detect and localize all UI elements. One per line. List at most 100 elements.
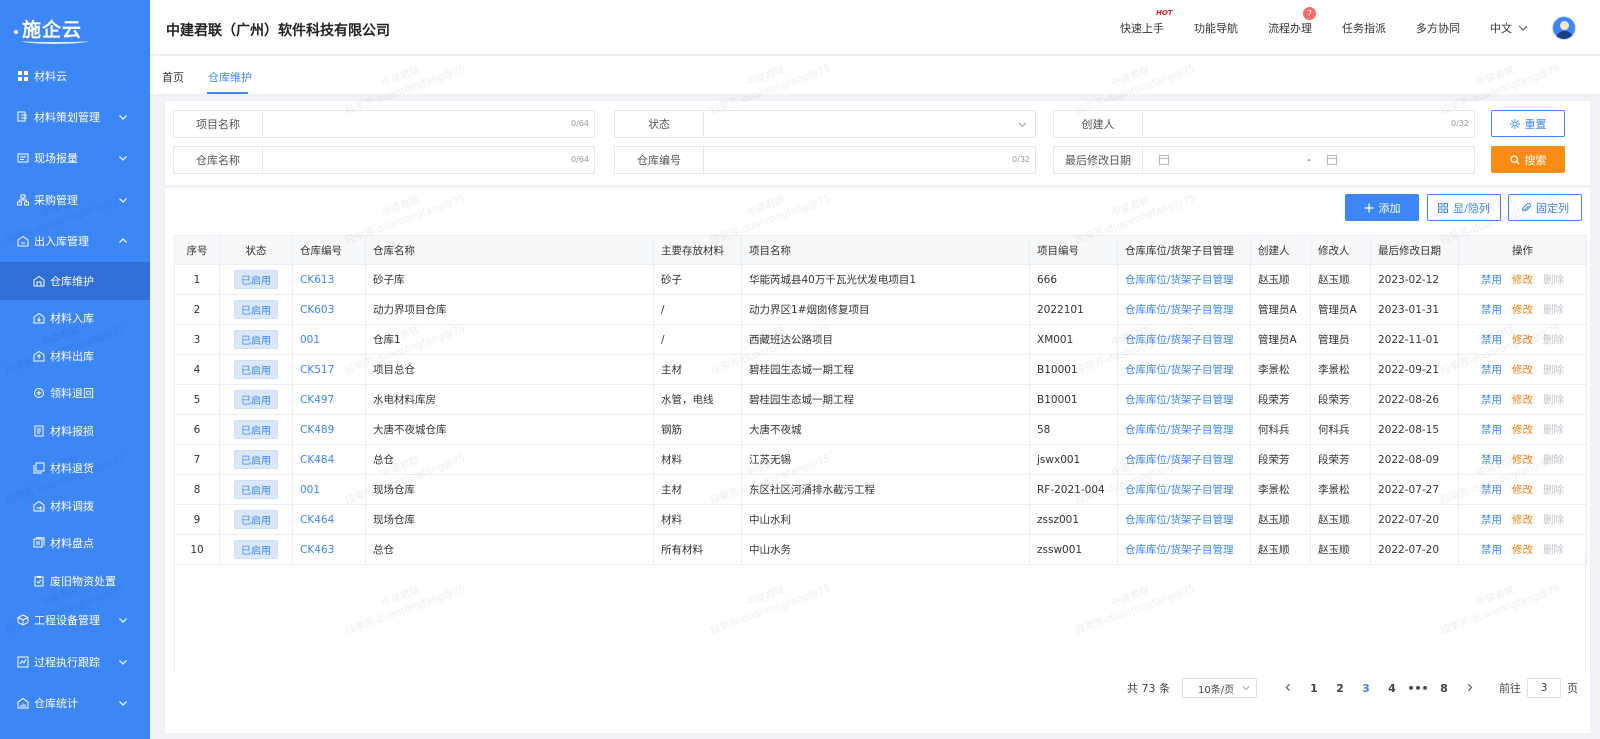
page-number[interactable]: 8: [1431, 682, 1457, 695]
disable-button[interactable]: 禁用: [1481, 484, 1502, 496]
location-manage-link[interactable]: 仓库库位/货架子目管理: [1125, 334, 1234, 346]
sidebar-item-3[interactable]: 采购管理: [0, 179, 150, 221]
disable-button[interactable]: 禁用: [1481, 454, 1502, 466]
warehouse-code-link[interactable]: CK613: [300, 274, 334, 286]
reset-button[interactable]: 重置: [1491, 110, 1565, 137]
tab-warehouse-maintain[interactable]: 仓库维护: [208, 69, 252, 85]
sidebar-item-6[interactable]: 材料入库: [0, 300, 150, 338]
location-manage-link[interactable]: 仓库库位/货架子目管理: [1125, 484, 1234, 496]
date-range-picker[interactable]: -: [1143, 147, 1474, 173]
language-select[interactable]: 中文: [1490, 20, 1528, 36]
disable-button[interactable]: 禁用: [1481, 364, 1502, 376]
edit-button[interactable]: 修改: [1512, 514, 1533, 526]
sidebar-item-1[interactable]: 材料策划管理: [0, 96, 150, 138]
sidebar-item-4[interactable]: 出入库管理: [0, 221, 150, 263]
sidebar-item-11[interactable]: 材料调拨: [0, 487, 150, 525]
page-number[interactable]: 3: [1353, 682, 1379, 695]
edit-button[interactable]: 修改: [1512, 394, 1533, 406]
page-number[interactable]: 2: [1327, 682, 1353, 695]
nav-collaboration[interactable]: 多方协同: [1416, 20, 1460, 36]
page-number[interactable]: 1: [1301, 682, 1327, 695]
status-badge: 已启用: [234, 330, 278, 349]
edit-button[interactable]: 修改: [1512, 424, 1533, 436]
page-number[interactable]: •••: [1405, 682, 1431, 695]
warehouse-code-link[interactable]: CK464: [300, 514, 334, 526]
sidebar-item-10[interactable]: 材料退货: [0, 450, 150, 488]
warehouse-code-link[interactable]: CK484: [300, 454, 334, 466]
sidebar-item-8[interactable]: 领料退回: [0, 375, 150, 413]
delete-button[interactable]: 删除: [1543, 394, 1564, 406]
disable-button[interactable]: 禁用: [1481, 334, 1502, 346]
chevron-left-icon: [1285, 683, 1290, 691]
location-manage-link[interactable]: 仓库库位/货架子目管理: [1125, 304, 1234, 316]
warehouse-code-link[interactable]: CK497: [300, 394, 334, 406]
status-select[interactable]: [704, 111, 1035, 137]
location-manage-link[interactable]: 仓库库位/货架子目管理: [1125, 394, 1234, 406]
disable-button[interactable]: 禁用: [1481, 514, 1502, 526]
delete-button[interactable]: 删除: [1543, 304, 1564, 316]
delete-button[interactable]: 删除: [1543, 274, 1564, 286]
location-manage-link[interactable]: 仓库库位/货架子目管理: [1125, 274, 1234, 286]
warehouse-code-link[interactable]: 001: [300, 484, 320, 496]
edit-button[interactable]: 修改: [1512, 454, 1533, 466]
delete-button[interactable]: 删除: [1543, 484, 1564, 496]
location-manage-link[interactable]: 仓库库位/货架子目管理: [1125, 454, 1234, 466]
delete-button[interactable]: 删除: [1543, 364, 1564, 376]
delete-button[interactable]: 删除: [1543, 514, 1564, 526]
table-cell: 管理员: [1310, 324, 1371, 355]
edit-button[interactable]: 修改: [1512, 484, 1533, 496]
next-page-button[interactable]: [1457, 682, 1483, 695]
warehouse-name-input[interactable]: 0/64: [263, 147, 594, 173]
edit-button[interactable]: 修改: [1512, 304, 1533, 316]
delete-button[interactable]: 删除: [1543, 424, 1564, 436]
nav-task-assign[interactable]: 任务指派: [1342, 20, 1386, 36]
disable-button[interactable]: 禁用: [1481, 394, 1502, 406]
logo[interactable]: 施企云: [0, 0, 150, 56]
table-cell: B10001: [1029, 354, 1118, 385]
sidebar-item-9[interactable]: 材料报损: [0, 412, 150, 450]
sidebar-item-5[interactable]: 仓库维护: [0, 262, 150, 300]
edit-button[interactable]: 修改: [1512, 274, 1533, 286]
location-manage-link[interactable]: 仓库库位/货架子目管理: [1125, 364, 1234, 376]
nav-function-guide[interactable]: 功能导航: [1194, 20, 1238, 36]
sidebar-item-label: 材料退货: [50, 462, 94, 476]
warehouse-code-link[interactable]: CK603: [300, 304, 334, 316]
delete-button[interactable]: 删除: [1543, 454, 1564, 466]
warehouse-code-input[interactable]: 0/32: [704, 147, 1035, 173]
sidebar-item-14[interactable]: 工程设备管理: [0, 600, 150, 642]
disable-button[interactable]: 禁用: [1481, 424, 1502, 436]
disable-button[interactable]: 禁用: [1481, 274, 1502, 286]
nav-quick-start[interactable]: 快速上手 HOT: [1120, 9, 1173, 36]
sidebar-item-7[interactable]: 材料出库: [0, 337, 150, 375]
add-button[interactable]: 添加: [1345, 194, 1419, 221]
edit-button[interactable]: 修改: [1512, 334, 1533, 346]
project-name-input[interactable]: 0/64: [263, 111, 594, 137]
location-manage-link[interactable]: 仓库库位/货架子目管理: [1125, 424, 1234, 436]
creator-input[interactable]: 0/32: [1143, 111, 1474, 137]
sidebar-item-15[interactable]: 过程执行跟踪: [0, 641, 150, 683]
edit-button[interactable]: 修改: [1512, 364, 1533, 376]
prev-page-button[interactable]: [1275, 682, 1301, 695]
sidebar-item-16[interactable]: 仓库统计: [0, 683, 150, 725]
search-button[interactable]: 搜索: [1491, 146, 1565, 173]
toggle-columns-button[interactable]: 显/隐列: [1427, 194, 1501, 221]
warehouse-code-link[interactable]: CK489: [300, 424, 334, 436]
nav-workflow[interactable]: 流程办理 7: [1268, 6, 1316, 36]
sidebar-item-0[interactable]: 材料云: [0, 56, 150, 96]
sidebar-item-2[interactable]: 现场报量: [0, 138, 150, 180]
disable-button[interactable]: 禁用: [1481, 304, 1502, 316]
warehouse-code-link[interactable]: CK517: [300, 364, 334, 376]
delete-button[interactable]: 删除: [1543, 334, 1564, 346]
location-manage-link[interactable]: 仓库库位/货架子目管理: [1125, 514, 1234, 526]
tab-home[interactable]: 首页: [162, 69, 184, 85]
sidebar-item-13[interactable]: 废旧物资处置: [0, 562, 150, 600]
table-cell: 李景松: [1310, 474, 1371, 505]
user-avatar[interactable]: [1552, 15, 1576, 40]
warehouse-code-link[interactable]: 001: [300, 334, 320, 346]
pin-columns-button[interactable]: 固定列: [1508, 194, 1582, 221]
sidebar-item-12[interactable]: 材料盘点: [0, 525, 150, 563]
page-number[interactable]: 4: [1379, 682, 1405, 695]
warehouse-icon: [32, 274, 46, 288]
goto-page-input[interactable]: 3: [1527, 678, 1561, 698]
page-size-select[interactable]: 10条/页: [1182, 678, 1257, 698]
